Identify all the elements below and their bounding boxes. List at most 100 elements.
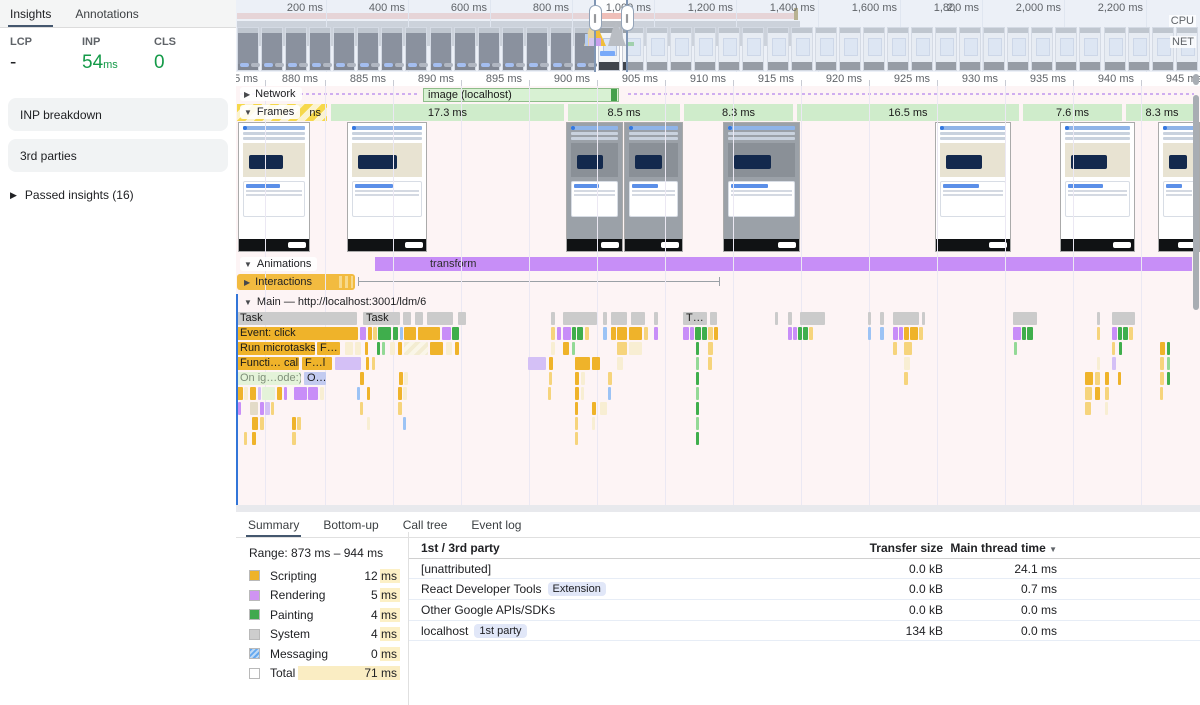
details-tab-summary[interactable]: Summary (248, 512, 299, 537)
flame-bar-task[interactable] (800, 312, 825, 325)
flame-bar-task[interactable] (458, 312, 466, 325)
flame-bar[interactable] (910, 327, 918, 340)
flame-bar[interactable] (367, 387, 370, 400)
details-tab-event-log[interactable]: Event log (471, 512, 521, 537)
flame-bar[interactable] (398, 387, 402, 400)
flame-bar[interactable] (238, 402, 241, 415)
flame-bar[interactable] (250, 387, 256, 400)
flame-bar[interactable] (581, 372, 585, 385)
flame-bar[interactable] (1167, 342, 1170, 355)
track-label-main[interactable]: ▼ Main — http://localhost:3001/ldm/6 (240, 295, 432, 309)
flame-bar[interactable] (592, 357, 600, 370)
flame-bar-task[interactable] (654, 312, 658, 325)
timeline-overview[interactable]: 200 ms400 ms600 ms800 ms1,000 ms1,200 ms… (236, 0, 1200, 72)
flame-bar[interactable] (1167, 357, 1170, 370)
flame-bar[interactable] (418, 327, 440, 340)
flame-bar[interactable] (1105, 372, 1109, 385)
flame-bar[interactable] (798, 327, 802, 340)
flame-bar[interactable] (803, 327, 808, 340)
flame-bar[interactable] (696, 372, 699, 385)
flame-bar[interactable] (365, 342, 368, 355)
flame-bar[interactable] (292, 432, 296, 445)
flame-bar[interactable] (563, 342, 569, 355)
flame-bar[interactable] (1027, 327, 1033, 340)
frame-duration-segment[interactable]: 16.5 ms (797, 104, 1019, 121)
flame-bar[interactable] (244, 432, 247, 445)
flame-bar[interactable] (708, 357, 712, 370)
frame-screenshot[interactable] (723, 122, 800, 252)
flame-bar[interactable]: O… (304, 372, 326, 385)
flame-bar[interactable] (557, 327, 561, 340)
flame-bar[interactable] (442, 327, 451, 340)
flame-bar[interactable] (403, 387, 407, 400)
flame-bar[interactable] (382, 342, 385, 355)
flame-bar[interactable] (575, 372, 579, 385)
flame-bar[interactable] (308, 387, 318, 400)
flame-bar[interactable] (617, 342, 627, 355)
flame-bar[interactable] (368, 327, 372, 340)
flame-bar[interactable] (608, 372, 612, 385)
flame-bar-task[interactable] (1112, 312, 1135, 325)
flame-bar[interactable] (702, 327, 707, 340)
tab-annotations[interactable]: Annotations (75, 0, 138, 27)
flame-bar[interactable] (1022, 327, 1026, 340)
flame-bar[interactable] (1160, 342, 1165, 355)
flame-bar[interactable] (575, 387, 579, 400)
flame-bar[interactable] (572, 327, 576, 340)
flame-bar[interactable] (367, 417, 370, 430)
flame-bar[interactable] (603, 327, 607, 340)
flame-bar[interactable] (549, 372, 552, 385)
flame-bar[interactable] (258, 387, 261, 400)
flame-bar[interactable] (1160, 387, 1163, 400)
flame-bar[interactable] (868, 327, 871, 340)
flame-bar[interactable] (629, 342, 642, 355)
flame-bar[interactable] (585, 327, 589, 340)
flame-bar[interactable] (398, 402, 402, 415)
flame-bar[interactable] (549, 357, 553, 370)
flame-bar[interactable] (320, 387, 324, 400)
flame-bar[interactable] (893, 327, 898, 340)
flame-bar[interactable] (1118, 327, 1122, 340)
flame-bar[interactable] (335, 357, 361, 370)
flame-bar[interactable] (446, 342, 452, 355)
selection-handle-right[interactable]: ∥ (621, 5, 634, 31)
flame-bar[interactable] (714, 327, 718, 340)
flame-bar[interactable] (696, 417, 699, 430)
flame-bar-task[interactable] (880, 312, 884, 325)
flame-bar[interactable] (372, 357, 375, 370)
flame-bar-task[interactable] (788, 312, 792, 325)
flame-bar[interactable] (250, 402, 258, 415)
flame-bar[interactable] (1105, 387, 1109, 400)
flame-bar[interactable] (1097, 357, 1100, 370)
network-request-bar[interactable]: image (localhost) (423, 88, 619, 102)
frame-screenshot[interactable] (935, 122, 1011, 252)
flame-bar[interactable] (260, 402, 264, 415)
flame-bar[interactable] (575, 357, 590, 370)
flame-bar[interactable] (404, 327, 416, 340)
flame-bar-task[interactable] (1097, 312, 1100, 325)
flame-bar[interactable] (360, 402, 363, 415)
flame-bar[interactable] (696, 402, 699, 415)
tab-insights[interactable]: Insights (10, 0, 51, 27)
flame-bar[interactable] (899, 327, 903, 340)
flame-bar[interactable] (644, 327, 648, 340)
flame-bar[interactable] (696, 357, 699, 370)
flame-bar[interactable] (265, 402, 270, 415)
flame-bar[interactable] (378, 327, 391, 340)
flame-bar[interactable] (1160, 357, 1164, 370)
column-header-main-thread-time[interactable]: Main thread time ▼ (943, 541, 1057, 555)
flame-bar[interactable] (1112, 342, 1115, 355)
track-label-frames[interactable]: ▼ Frames (240, 105, 300, 119)
flame-bar[interactable] (1112, 357, 1116, 370)
flame-bar[interactable] (1167, 372, 1170, 385)
flame-bar[interactable] (608, 387, 611, 400)
flame-bar[interactable] (1129, 327, 1133, 340)
horizontal-scrollbar-track[interactable] (236, 505, 1200, 512)
flame-bar[interactable] (1160, 372, 1164, 385)
frame-screenshot[interactable] (566, 122, 623, 252)
flame-bar[interactable] (611, 327, 616, 340)
insight-card-3rd-parties[interactable]: 3rd parties (8, 139, 228, 172)
party-table-row[interactable]: localhost1st party134 kB0.0 ms (409, 621, 1200, 642)
flame-bar[interactable] (696, 342, 699, 355)
flame-bar[interactable] (355, 342, 361, 355)
